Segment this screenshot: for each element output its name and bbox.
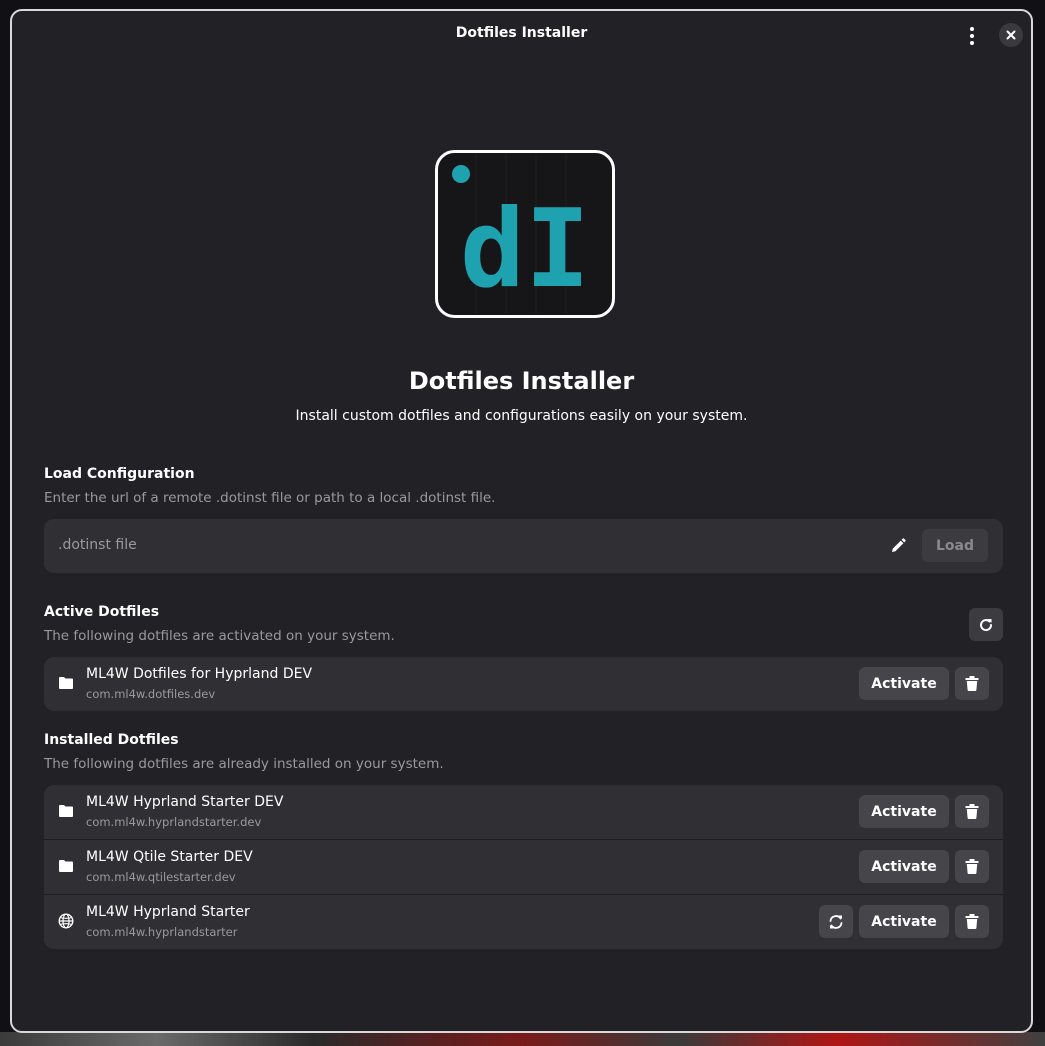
app-logo-text: dI — [460, 187, 590, 312]
dotfile-name: ML4W Qtile Starter DEV — [86, 849, 253, 865]
main-menu-button[interactable] — [957, 21, 987, 51]
activate-button[interactable]: Activate — [859, 905, 949, 938]
close-button[interactable] — [999, 23, 1023, 47]
dotfile-name: ML4W Hyprland Starter — [86, 904, 250, 920]
delete-button[interactable] — [955, 795, 989, 828]
dotfile-id: com.ml4w.dotfiles.dev — [86, 687, 216, 701]
folder-icon — [59, 677, 73, 689]
dotfile-name: ML4W Hyprland Starter DEV — [86, 794, 284, 810]
installed-dotfiles-description: The following dotfiles are already insta… — [44, 756, 444, 772]
load-config-title: Load Configuration — [44, 466, 195, 482]
delete-button[interactable] — [955, 905, 989, 938]
trash-icon — [965, 914, 979, 929]
dotinst-entry-row[interactable]: .dotinst file Load — [44, 519, 1003, 573]
close-icon — [1006, 30, 1016, 40]
dotinst-file-input[interactable]: .dotinst file — [58, 537, 137, 553]
trash-icon — [965, 859, 979, 874]
sync-icon — [829, 914, 843, 929]
active-dotfiles-description: The following dotfiles are activated on … — [44, 628, 395, 644]
app-title: Dotfiles Installer — [408, 367, 635, 395]
list-item: ML4W Dotfiles for Hyprland DEV com.ml4w.… — [44, 657, 1003, 711]
dotfile-id: com.ml4w.hyprlandstarter.dev — [86, 815, 262, 829]
update-button[interactable] — [819, 905, 853, 938]
active-dotfiles-list: ML4W Dotfiles for Hyprland DEV com.ml4w.… — [44, 657, 1003, 711]
list-item: ML4W Qtile Starter DEV com.ml4w.qtilesta… — [44, 839, 1003, 894]
folder-icon — [59, 860, 73, 872]
list-item: ML4W Hyprland Starter com.ml4w.hyprlands… — [44, 894, 1003, 949]
header-bar: Dotfiles Installer — [12, 11, 1031, 59]
globe-icon — [58, 913, 74, 929]
trash-icon — [965, 676, 979, 691]
load-config-description: Enter the url of a remote .dotinst file … — [44, 490, 496, 506]
active-dotfiles-title: Active Dotfiles — [44, 604, 160, 620]
activate-button[interactable]: Activate — [859, 850, 949, 883]
refresh-button[interactable] — [969, 608, 1003, 641]
trash-icon — [965, 804, 979, 819]
refresh-icon — [980, 618, 993, 631]
load-button[interactable]: Load — [922, 529, 988, 562]
app-logo: dI — [435, 150, 615, 318]
app-window: Dotfiles Installer dI Dotfiles Installer… — [10, 9, 1033, 1033]
dotfile-id: com.ml4w.qtilestarter.dev — [86, 870, 236, 884]
load-config-card: .dotinst file Load — [44, 519, 1003, 573]
activate-button[interactable]: Activate — [859, 667, 949, 700]
kebab-menu-icon — [970, 27, 974, 45]
list-item: ML4W Hyprland Starter DEV com.ml4w.hyprl… — [44, 785, 1003, 839]
installed-dotfiles-list: ML4W Hyprland Starter DEV com.ml4w.hyprl… — [44, 785, 1003, 949]
folder-icon — [59, 805, 73, 817]
window-title: Dotfiles Installer — [455, 25, 588, 41]
installed-dotfiles-title: Installed Dotfiles — [44, 732, 179, 748]
app-subtitle: Install custom dotfiles and configuratio… — [295, 408, 748, 424]
delete-button[interactable] — [955, 850, 989, 883]
edit-icon[interactable] — [889, 537, 907, 555]
dotfile-id: com.ml4w.hyprlandstarter — [86, 925, 238, 939]
activate-button[interactable]: Activate — [859, 795, 949, 828]
dotfile-name: ML4W Dotfiles for Hyprland DEV — [86, 666, 313, 682]
delete-button[interactable] — [955, 667, 989, 700]
desktop-background — [0, 1032, 1045, 1046]
